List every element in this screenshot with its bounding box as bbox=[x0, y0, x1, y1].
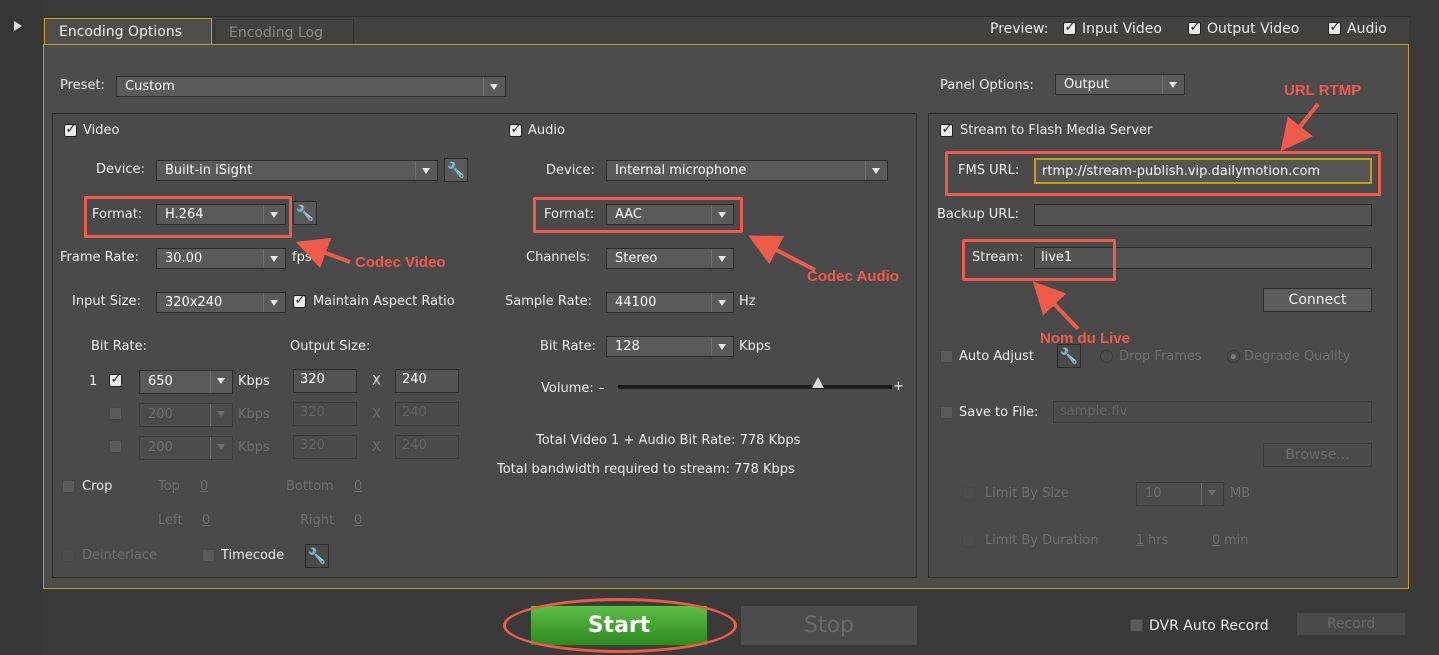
annotation-arrows bbox=[295, 102, 1320, 331]
arrow-url-rtmp bbox=[1280, 102, 1320, 152]
arrow-nom-du-live bbox=[1032, 281, 1080, 331]
arrow-codec-audio bbox=[748, 235, 816, 272]
arrow-codec-video bbox=[295, 237, 351, 268]
